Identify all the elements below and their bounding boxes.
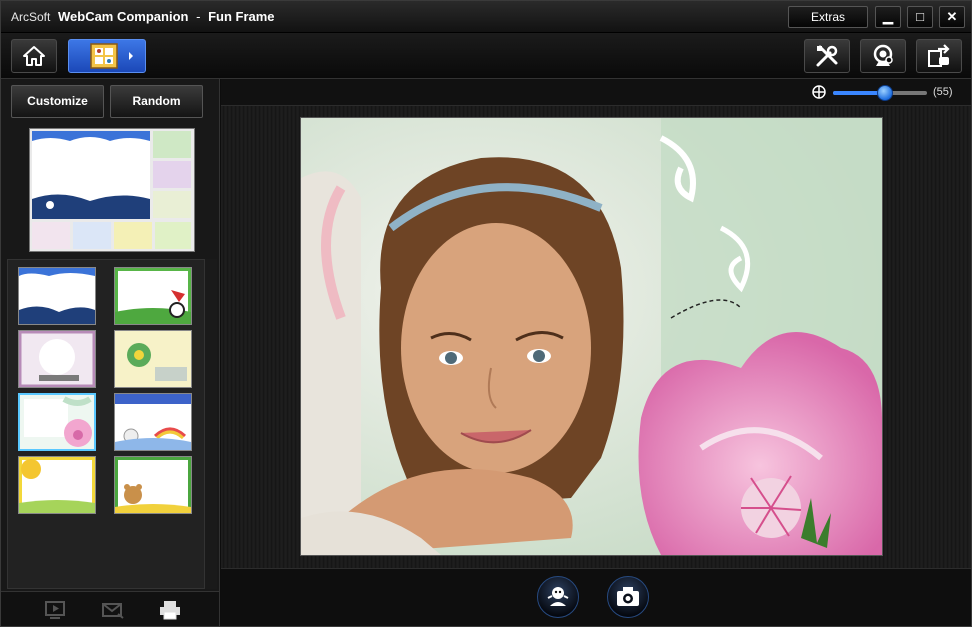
app-window: ArcSoft WebCam Companion - Fun Frame Ext… — [0, 0, 972, 627]
print-icon[interactable] — [158, 600, 182, 620]
frame-thumb-pink-flower[interactable] — [18, 393, 96, 451]
frame-collection-preview[interactable] — [29, 128, 195, 252]
frame-thumb-yellow-sun[interactable] — [16, 454, 98, 516]
zoom-value: (55) — [933, 86, 953, 98]
zoom-icon — [812, 85, 826, 99]
main-toolbar — [1, 33, 971, 79]
webcam-preview — [300, 117, 883, 556]
title-bar: ArcSoft WebCam Companion - Fun Frame Ext… — [1, 1, 971, 33]
extras-button[interactable]: Extras — [788, 6, 868, 28]
customize-button[interactable]: Customize — [11, 85, 104, 118]
frame-thumbnail-list — [7, 259, 205, 589]
close-button[interactable]: ✕ — [939, 6, 965, 28]
collection-preview-image — [32, 131, 191, 249]
webcam-icon — [873, 44, 893, 66]
home-icon — [23, 46, 45, 66]
export-icon — [928, 44, 950, 67]
title-separator: - — [196, 9, 201, 24]
tools-button[interactable] — [804, 39, 850, 73]
home-button[interactable] — [11, 39, 57, 73]
camera-capture-icon — [617, 587, 639, 606]
random-button[interactable]: Random — [110, 85, 203, 118]
window-title: ArcSoft WebCam Companion - Fun Frame — [11, 9, 275, 24]
zoom-slider[interactable] — [833, 85, 927, 101]
frame-thumb-rainbow-kitty[interactable] — [114, 393, 192, 451]
frame-thumb-petal-nettle[interactable] — [16, 328, 98, 390]
minimize-button[interactable]: ▁ — [875, 6, 901, 28]
mode-name: Fun Frame — [208, 9, 275, 24]
maximize-button[interactable]: □ — [907, 6, 933, 28]
webcam-button[interactable] — [860, 39, 906, 73]
fun-frame-mode-button[interactable] — [68, 39, 146, 73]
capture-photo-button[interactable] — [607, 576, 649, 618]
effects-button[interactable] — [537, 576, 579, 618]
zoom-slider-handle[interactable] — [877, 85, 893, 101]
email-icon[interactable] — [101, 600, 125, 620]
frame-thumb-teddy-bear[interactable] — [112, 454, 194, 516]
app-name: WebCam Companion — [57, 9, 189, 24]
fun-frame-icon — [90, 43, 133, 69]
brand-name: ArcSoft — [11, 10, 51, 24]
settings-tools-icon — [816, 45, 838, 67]
effects-icon — [547, 587, 569, 606]
frame-thumb-ocean[interactable] — [18, 267, 96, 325]
preview-area: (55) — [221, 79, 971, 626]
frame-thumb-panda[interactable] — [112, 265, 194, 327]
frame-thumb-flower-power[interactable] — [114, 330, 192, 388]
export-button[interactable] — [916, 39, 962, 73]
thumbnail-scrollbar[interactable] — [204, 259, 217, 589]
zoom-bar: (55) — [221, 79, 971, 106]
frames-panel: Customize Random — [1, 79, 220, 626]
slideshow-icon[interactable] — [44, 600, 68, 620]
left-panel-footer — [1, 591, 219, 626]
fun-frame-preview-image — [301, 118, 882, 555]
capture-bar — [221, 568, 971, 626]
